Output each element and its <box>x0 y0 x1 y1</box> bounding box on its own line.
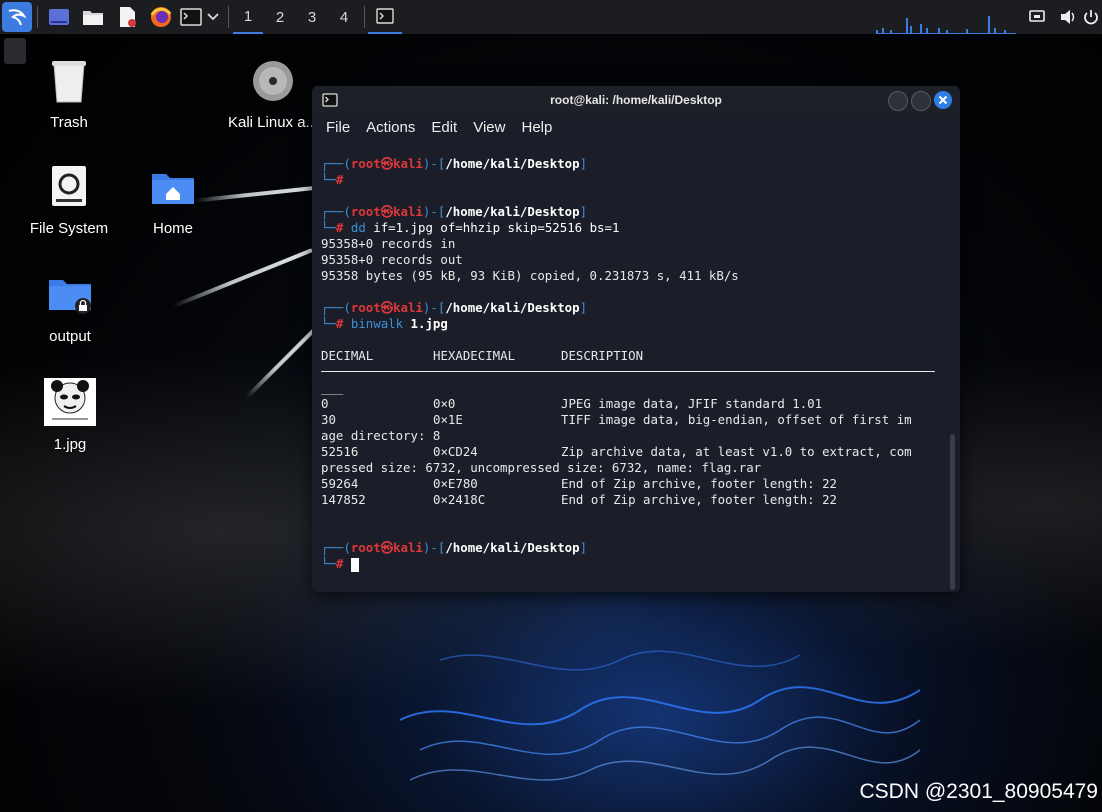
text-cursor <box>350 557 359 572</box>
binwalk-header: DECIMAL HEXADECIMAL DESCRIPTION <box>321 348 644 363</box>
image-thumbnail-icon <box>44 378 96 426</box>
desktop-icon-label: File System <box>29 220 109 237</box>
terminal-scrollbar[interactable] <box>950 434 955 590</box>
maximize-button[interactable] <box>911 91 931 111</box>
close-icon <box>938 95 948 105</box>
binwalk-row: 0 0×0 JPEG image data, JFIF standard 1.01 <box>321 396 823 411</box>
desktop-icon-label: Kali Linux a... <box>228 114 319 131</box>
binwalk-results: 0 0×0 JPEG image data, JFIF standard 1.01 3… <box>321 396 937 508</box>
watermark: CSDN @2301_80905479 <box>859 780 1099 803</box>
kali-menu-icon[interactable] <box>2 2 32 32</box>
hard-drive-icon <box>52 166 86 206</box>
prompt-line: ┌──(root㉿kali)-[/home/kali/Desktop] <box>321 204 588 219</box>
wallpaper-streak <box>172 248 314 308</box>
output-line: 95358+0 records out <box>321 252 463 267</box>
taskbar-terminal-window[interactable] <box>368 0 402 34</box>
network-graph-icon <box>876 16 1016 34</box>
desktop-icon-1jpg[interactable]: 1.jpg <box>25 378 115 453</box>
desktop-icon-file-system[interactable]: File System <box>24 164 114 237</box>
menu-file[interactable]: File <box>326 119 350 136</box>
workspace-4[interactable]: 4 <box>329 0 359 34</box>
home-folder-icon <box>152 174 194 204</box>
close-button[interactable] <box>934 91 952 109</box>
power-icon[interactable] <box>1080 4 1102 30</box>
panel-separator <box>364 6 365 28</box>
menu-actions[interactable]: Actions <box>366 119 415 136</box>
text-editor-icon[interactable] <box>114 4 140 30</box>
menu-edit[interactable]: Edit <box>431 119 457 136</box>
firefox-icon[interactable] <box>148 4 174 30</box>
dropdown-chevron-icon[interactable] <box>205 4 221 30</box>
prompt-line: ┌──(root㉿kali)-[/home/kali/Desktop] <box>321 300 588 315</box>
desktop-side-tab[interactable] <box>4 38 26 64</box>
desktop-icon-home[interactable]: Home <box>128 164 218 237</box>
file-manager-icon[interactable] <box>80 4 106 30</box>
minimize-button[interactable] <box>888 91 908 111</box>
output-line: 95358+0 records in <box>321 236 456 251</box>
network-icon[interactable] <box>1026 4 1048 30</box>
command-line: └─# <box>321 556 937 572</box>
desktop-icon-trash[interactable]: Trash <box>24 58 114 131</box>
command-line: └─# dd if=1.jpg of=hhzip skip=52516 bs=1 <box>321 220 620 235</box>
command-line: └─# binwalk 1.jpg <box>321 316 448 331</box>
prompt-line: ┌──(root㉿kali)-[/home/kali/Desktop] <box>321 540 588 555</box>
output-line: ___ <box>321 380 344 395</box>
header-divider <box>321 371 935 372</box>
workspace-3[interactable]: 3 <box>297 0 327 34</box>
workspace-1[interactable]: 1 <box>233 0 263 34</box>
binwalk-row: 30 0×1E TIFF image data, big-endian, offse… <box>321 412 912 427</box>
locked-folder-icon <box>49 280 91 314</box>
show-desktop-icon[interactable] <box>46 4 72 30</box>
desktop-icon-kali-linux[interactable]: Kali Linux a... <box>228 58 318 131</box>
terminal-icon <box>376 8 394 24</box>
terminal-output[interactable]: ┌──(root㉿kali)-[/home/kali/Desktop] └─# … <box>321 156 937 572</box>
terminal-titlebar[interactable]: root@kali: /home/kali/Desktop <box>312 86 960 114</box>
terminal-menubar: File Actions Edit View Help <box>312 114 960 140</box>
panel-separator <box>228 6 229 28</box>
terminal-icon[interactable] <box>178 4 204 30</box>
trash-icon <box>52 61 86 103</box>
volume-icon[interactable] <box>1058 4 1080 30</box>
panel-separator <box>37 6 38 28</box>
wallpaper-blue-streaks <box>400 650 920 781</box>
binwalk-row-wrap: age directory: 8 <box>321 428 441 443</box>
output-line: 95358 bytes (95 kB, 93 KiB) copied, 0.23… <box>321 268 739 283</box>
prompt-line: └─# <box>321 172 344 187</box>
binwalk-row-wrap: pressed size: 6732, uncompressed size: 6… <box>321 460 762 475</box>
binwalk-row: 147852 0×2418C End of Zip archive, footer … <box>321 492 838 507</box>
desktop-icon-label: 1.jpg <box>53 436 87 453</box>
desktop-icon-label: output <box>49 328 91 345</box>
desktop-icon-label: Trash <box>50 114 88 131</box>
window-title: root@kali: /home/kali/Desktop <box>550 93 722 107</box>
terminal-window[interactable]: root@kali: /home/kali/Desktop File Actio… <box>312 86 960 592</box>
prompt-line: ┌──(root㉿kali)-[/home/kali/Desktop] <box>321 156 588 171</box>
binwalk-row: 52516 0×CD24 Zip archive data, at least v1… <box>321 444 912 459</box>
workspace-2[interactable]: 2 <box>265 0 295 34</box>
binwalk-row: 59264 0×E780 End of Zip archive, footer le… <box>321 476 838 491</box>
top-panel: 1 2 3 4 <box>0 0 1102 34</box>
desktop-icon-label: Home <box>152 220 193 237</box>
disc-icon <box>253 61 293 101</box>
menu-help[interactable]: Help <box>521 119 552 136</box>
desktop-icon-output[interactable]: output <box>25 272 115 345</box>
menu-view[interactable]: View <box>473 119 505 136</box>
